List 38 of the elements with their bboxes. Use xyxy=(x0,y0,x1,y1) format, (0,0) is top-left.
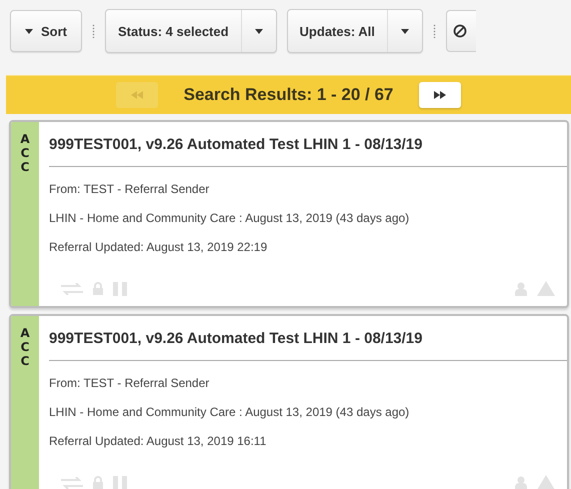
warning-icon xyxy=(537,475,555,489)
referral-detail: From: TEST - Referral Sender xyxy=(49,182,210,196)
pause-icon xyxy=(113,476,127,489)
next-button[interactable] xyxy=(419,82,462,108)
pause-icon xyxy=(113,282,127,296)
person-icon xyxy=(515,282,527,296)
referral-title: 999TEST001, v9.26 Automated Test LHIN 1 - 08/13/19 xyxy=(49,316,567,361)
rewind-icon xyxy=(130,91,144,99)
results-title: Search Results: 1 - 20 / 67 xyxy=(184,85,394,105)
grip-handle[interactable] xyxy=(92,24,95,38)
referral-detail: From: TEST - Referral Sender xyxy=(49,376,210,390)
filter-label[interactable]: Updates: All xyxy=(288,10,387,52)
caret-icon xyxy=(25,28,33,34)
status-code: ACC xyxy=(19,132,31,174)
caret-icon xyxy=(400,28,409,34)
filter-label[interactable]: Status: 4 selected xyxy=(106,10,241,52)
lock-icon xyxy=(93,282,103,295)
referral-detail: LHIN - Home and Community Care : August 13, 2019 (43 days ago) xyxy=(49,211,410,225)
swap-icon xyxy=(61,476,83,488)
caret-icon xyxy=(254,28,263,34)
referral-card[interactable]: ACC 999TEST001, v9.26 Automated Test LHIN 1 - 08/13/19 From: TEST - Referral Sender LHIN - Home and Community Care : August 13, 2019 (43 days ago) Referral Updated: August 13, 2019 16:11 xyxy=(9,314,569,489)
grip-handle[interactable] xyxy=(432,24,436,38)
referral-detail: Referral Updated: August 13, 2019 22:19 xyxy=(49,240,268,254)
lock-icon xyxy=(93,476,103,489)
forward-icon xyxy=(433,91,448,99)
referral-detail: LHIN - Home and Community Care : August 13, 2019 (43 days ago) xyxy=(49,405,410,419)
referral-title: 999TEST001, v9.26 Automated Test LHIN 1 - 08/13/19 xyxy=(49,122,567,167)
filter-dropdown[interactable]: Status: 4 selected xyxy=(105,9,277,53)
referral-card[interactable]: ACC 999TEST001, v9.26 Automated Test LHIN 1 - 08/13/19 From: TEST - Referral Sender LHIN - Home and Community Care : August 13, 2019 (43 days ago) Referral Updated: August 13, 2019 22:19 xyxy=(9,120,569,308)
referral-detail: Referral Updated: August 13, 2019 16:11 xyxy=(49,434,268,448)
prohibited-icon xyxy=(452,24,467,38)
warning-icon xyxy=(537,281,555,296)
clear-button[interactable] xyxy=(446,10,476,52)
person-icon xyxy=(515,476,527,489)
filter-dropdown[interactable]: Updates: All xyxy=(286,9,423,53)
status-code: ACC xyxy=(19,326,31,368)
swap-icon xyxy=(61,282,83,294)
sort-button[interactable]: Sort xyxy=(10,10,82,52)
